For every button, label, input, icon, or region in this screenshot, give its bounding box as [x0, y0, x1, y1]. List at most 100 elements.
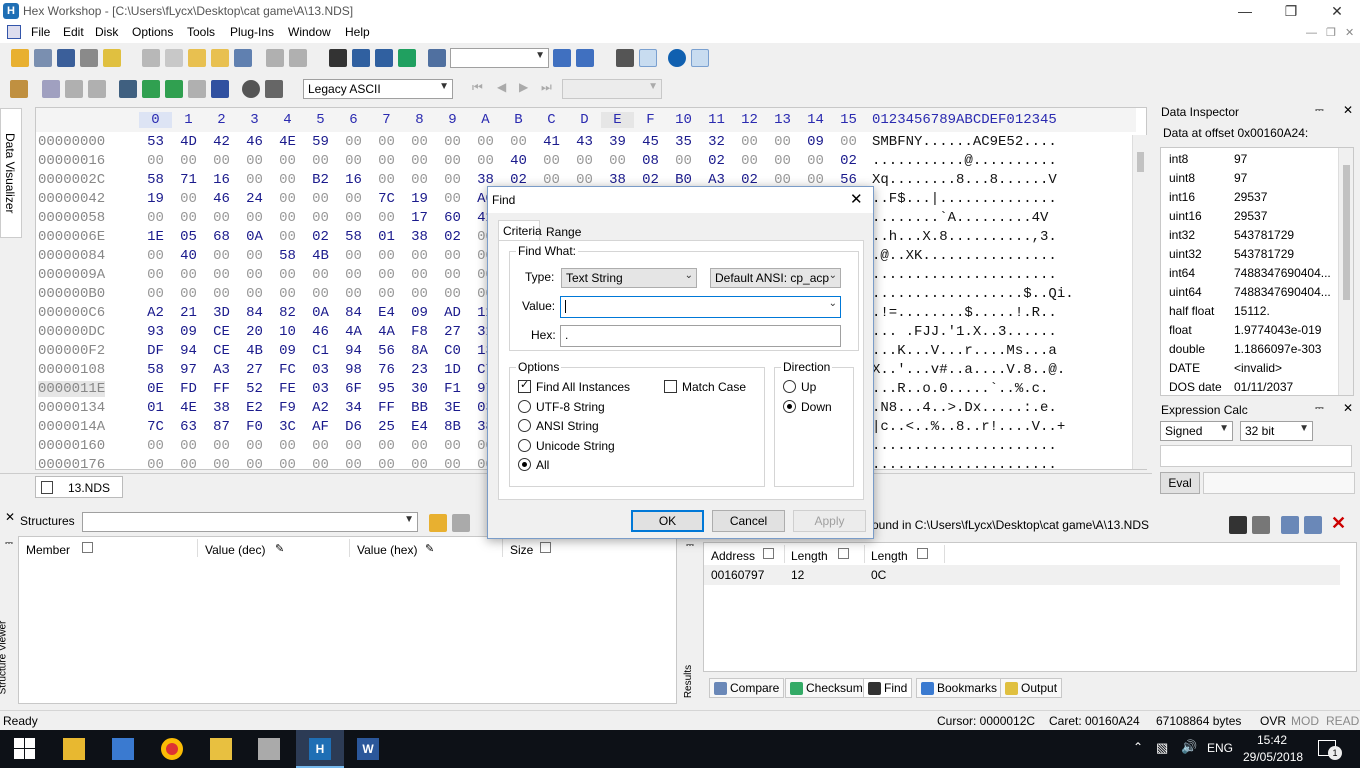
- results-table[interactable]: Address Length Length 00160797 12 0C: [703, 542, 1357, 672]
- all-radio[interactable]: [518, 458, 531, 471]
- ascii-text[interactable]: ...K...V...r....Ms...a: [872, 343, 1057, 359]
- hex-byte[interactable]: 00: [568, 153, 601, 169]
- sort-icon[interactable]: [838, 548, 849, 559]
- hex-byte[interactable]: A2: [139, 305, 172, 321]
- tab-bookmarks[interactable]: Bookmarks: [916, 678, 1003, 698]
- hex-byte[interactable]: 00: [205, 210, 238, 226]
- hex-byte[interactable]: 24: [238, 191, 271, 207]
- hex-byte[interactable]: 02: [304, 229, 337, 245]
- hex-byte[interactable]: 08: [634, 153, 667, 169]
- hex-byte[interactable]: 0A: [238, 229, 271, 245]
- hex-byte[interactable]: 01: [370, 229, 403, 245]
- hex-byte[interactable]: 52: [238, 381, 271, 397]
- hex-byte[interactable]: 00: [370, 134, 403, 150]
- hex-byte[interactable]: 00: [469, 153, 502, 169]
- hex-byte[interactable]: 00: [436, 248, 469, 264]
- hex-byte[interactable]: 00: [337, 286, 370, 302]
- col-length[interactable]: Length: [791, 549, 828, 563]
- hex-byte[interactable]: 00: [436, 438, 469, 454]
- hex-byte[interactable]: 00: [271, 229, 304, 245]
- hex-byte[interactable]: 00: [337, 248, 370, 264]
- hex-byte[interactable]: 00: [436, 457, 469, 469]
- cut-icon[interactable]: [142, 49, 160, 67]
- type-select[interactable]: Text String ⌄: [561, 268, 697, 288]
- find-all-checkbox[interactable]: ✓: [518, 379, 531, 393]
- hex-byte[interactable]: 40: [172, 248, 205, 264]
- calculator-icon[interactable]: [265, 80, 283, 98]
- first-icon[interactable]: ⏮: [472, 80, 490, 98]
- hex-byte[interactable]: 00: [139, 438, 172, 454]
- hex-byte[interactable]: 00: [403, 172, 436, 188]
- hex-byte[interactable]: 00: [205, 438, 238, 454]
- up-radio[interactable]: [783, 380, 796, 393]
- structures-table[interactable]: Member Value (dec) ✎ Value (hex) ✎ Size: [18, 536, 677, 704]
- hex-byte[interactable]: AD: [436, 305, 469, 321]
- hex-byte[interactable]: 00: [139, 457, 172, 469]
- last-icon[interactable]: ⏭: [541, 80, 559, 98]
- ascii-text[interactable]: ..................$..Qi.: [872, 286, 1074, 302]
- hex-byte[interactable]: 19: [403, 191, 436, 207]
- hex-byte[interactable]: 00: [436, 172, 469, 188]
- hex-byte[interactable]: 94: [337, 343, 370, 359]
- clock-date[interactable]: 29/05/2018: [1243, 750, 1303, 764]
- hex-byte[interactable]: 00: [436, 153, 469, 169]
- hex-byte[interactable]: E4: [403, 419, 436, 435]
- file-tab[interactable]: 13.NDS: [35, 476, 123, 498]
- tool-icon[interactable]: [210, 738, 232, 760]
- hex-byte[interactable]: 0E: [139, 381, 172, 397]
- hex-byte[interactable]: 00: [403, 457, 436, 469]
- hex-byte[interactable]: 00: [172, 191, 205, 207]
- hammer-icon[interactable]: [10, 80, 28, 98]
- expr-pin-icon[interactable]: ⎓: [1315, 402, 1324, 415]
- clock-time[interactable]: 15:42: [1257, 733, 1287, 747]
- hex-byte[interactable]: 46: [205, 191, 238, 207]
- find-next-icon[interactable]: [375, 49, 393, 67]
- replace-icon[interactable]: [398, 49, 416, 67]
- structures-pin-icon[interactable]: ⎓: [5, 538, 13, 549]
- print-icon[interactable]: [80, 49, 98, 67]
- motorola-icon[interactable]: [668, 49, 686, 67]
- hex-byte[interactable]: 00: [337, 438, 370, 454]
- hex-byte[interactable]: 58: [139, 362, 172, 378]
- mdi-close-icon[interactable]: ✕: [1345, 26, 1354, 39]
- statistics-icon[interactable]: [211, 80, 229, 98]
- convert-icon[interactable]: [188, 80, 206, 98]
- hex-byte[interactable]: 09: [403, 305, 436, 321]
- hex-byte[interactable]: 00: [304, 153, 337, 169]
- hex-byte[interactable]: 00: [271, 457, 304, 469]
- hex-byte[interactable]: 38: [403, 229, 436, 245]
- hex-byte[interactable]: 00: [238, 267, 271, 283]
- hex-byte[interactable]: 63: [172, 419, 205, 435]
- structure-icon[interactable]: [119, 80, 137, 98]
- hex-byte[interactable]: 00: [238, 172, 271, 188]
- hex-byte[interactable]: 16: [205, 172, 238, 188]
- hex-byte[interactable]: 98: [337, 362, 370, 378]
- hex-byte[interactable]: 59: [304, 134, 337, 150]
- inspector-scrollbar[interactable]: [1338, 148, 1353, 395]
- close-button[interactable]: ✕: [1314, 0, 1360, 23]
- hex-byte[interactable]: 05: [172, 229, 205, 245]
- hex-byte[interactable]: 32: [700, 134, 733, 150]
- hex-byte[interactable]: 00: [205, 248, 238, 264]
- hex-byte[interactable]: 00: [271, 210, 304, 226]
- tab-checksum[interactable]: Checksum: [785, 678, 868, 698]
- structure-viewer-tab[interactable]: Structure Viewer: [0, 618, 16, 704]
- eval-button[interactable]: Eval: [1160, 472, 1200, 494]
- results-export-icon[interactable]: [1304, 516, 1322, 534]
- value-input[interactable]: ⌄: [560, 296, 841, 318]
- hex-byte[interactable]: 46: [238, 134, 271, 150]
- menu-edit[interactable]: Edit: [63, 25, 84, 39]
- gear-icon[interactable]: [242, 80, 260, 98]
- hex-byte[interactable]: 23: [403, 362, 436, 378]
- results-copy-icon[interactable]: [1281, 516, 1299, 534]
- hex-byte[interactable]: 00: [139, 248, 172, 264]
- hex-byte[interactable]: 00: [370, 210, 403, 226]
- hex-byte[interactable]: 4D: [172, 134, 205, 150]
- hex-byte[interactable]: 00: [205, 286, 238, 302]
- hex-byte[interactable]: 45: [634, 134, 667, 150]
- hex-byte[interactable]: 00: [337, 134, 370, 150]
- hex-byte[interactable]: 93: [139, 324, 172, 340]
- hex-byte[interactable]: 16: [337, 172, 370, 188]
- hex-byte[interactable]: 00: [337, 153, 370, 169]
- hex-byte[interactable]: DF: [139, 343, 172, 359]
